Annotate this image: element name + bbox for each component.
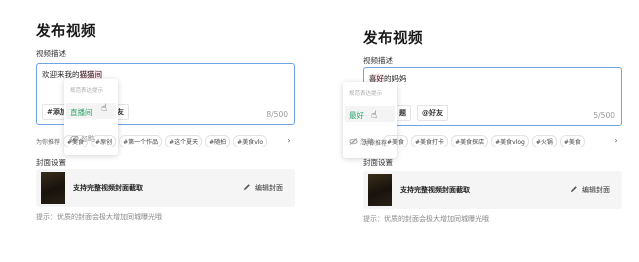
publish-panel-left: 发布视频 视频描述 欢迎来我的猫猫间 #添加 友 8/500 规范表达提示 直播… (36, 0, 306, 262)
cover-label: 封面设置 (36, 158, 66, 167)
cover-settings: 支持完整视频封面截取 编辑封面 (36, 169, 295, 207)
description-textarea[interactable]: 喜好的妈妈 题 @好友 5/500 (363, 67, 622, 126)
suggestion-option[interactable]: 直播间 (66, 103, 116, 119)
tag-chip[interactable]: #火锅 (531, 135, 557, 147)
hand-pointer-icon: ☝ (371, 110, 378, 121)
tag-chip[interactable]: #美食vlog (491, 135, 529, 147)
page-title: 发布视频 (363, 31, 423, 47)
chip-row: 题 @好友 (394, 105, 448, 121)
cover-thumbnail[interactable] (41, 172, 65, 204)
pencil-icon (570, 185, 578, 195)
chevron-right-icon[interactable]: › (610, 135, 622, 147)
suggestion-option[interactable]: 最好 (345, 106, 395, 122)
tag-chip[interactable]: #美食 (559, 135, 585, 147)
cover-description: 支持完整视频封面截取 (400, 186, 470, 194)
page-title: 发布视频 (36, 24, 96, 40)
hand-pointer-icon: ☝ (101, 103, 108, 114)
cover-tip: 提示：优质的封面会极大增加同城曝光哦 (36, 213, 162, 221)
description-text-before: 欢迎来我的 (42, 70, 80, 79)
edit-cover-button[interactable]: 编辑封面 (243, 183, 283, 193)
popup-hint: 规范表达提示 (70, 88, 104, 94)
mention-friend-button[interactable]: @好友 (417, 105, 448, 121)
char-counter: 5/500 (593, 111, 615, 120)
chevron-right-icon[interactable]: › (283, 135, 295, 147)
edit-cover-button[interactable]: 编辑封面 (570, 185, 610, 195)
edit-cover-label: 编辑封面 (582, 186, 610, 194)
tag-chip[interactable]: #美食 (63, 135, 89, 147)
tag-chip[interactable]: #随拍 (205, 135, 231, 147)
tag-chip[interactable]: #美食打卡 (411, 135, 449, 147)
tags-lead-label: 为你推荐 (363, 140, 388, 147)
popup-hint: 规范表达提示 (349, 91, 383, 97)
pencil-icon (243, 183, 251, 193)
tag-chip[interactable]: #第一个作品 (119, 135, 163, 147)
cover-description: 支持完整视频封面截取 (73, 184, 143, 192)
description-label: 视频描述 (363, 56, 393, 65)
edit-cover-label: 编辑封面 (255, 184, 283, 192)
tag-chip[interactable]: #美食探店 (451, 135, 489, 147)
recommended-tags: #美食 #美食打卡 #美食探店 #美食vlog #火锅 #美食 › (383, 135, 622, 147)
tag-chip[interactable]: #美食vlo (233, 135, 268, 147)
publish-panel-right: 发布视频 视频描述 喜好的妈妈 题 @好友 5/500 规范表达提示 最好 忽略… (343, 0, 633, 262)
cover-settings: 支持完整视频封面截取 编辑封面 (363, 171, 622, 209)
recommended-tags: 为你推荐 #美食 #原创 #第一个作品 #这个夏天 #随拍 #美食vlo › (36, 135, 295, 147)
description-label: 视频描述 (36, 49, 66, 58)
cover-label: 封面设置 (363, 158, 393, 167)
tag-chip[interactable]: #这个夏天 (165, 135, 203, 147)
char-counter: 8/500 (266, 110, 288, 119)
tags-lead-label: 为你推荐 (36, 138, 61, 146)
eye-off-icon (349, 137, 358, 147)
cover-thumbnail[interactable] (368, 174, 392, 206)
tag-chip[interactable]: #原创 (91, 135, 117, 147)
cover-tip: 提示：优质的封面会极大增加同城曝光哦 (363, 215, 489, 223)
